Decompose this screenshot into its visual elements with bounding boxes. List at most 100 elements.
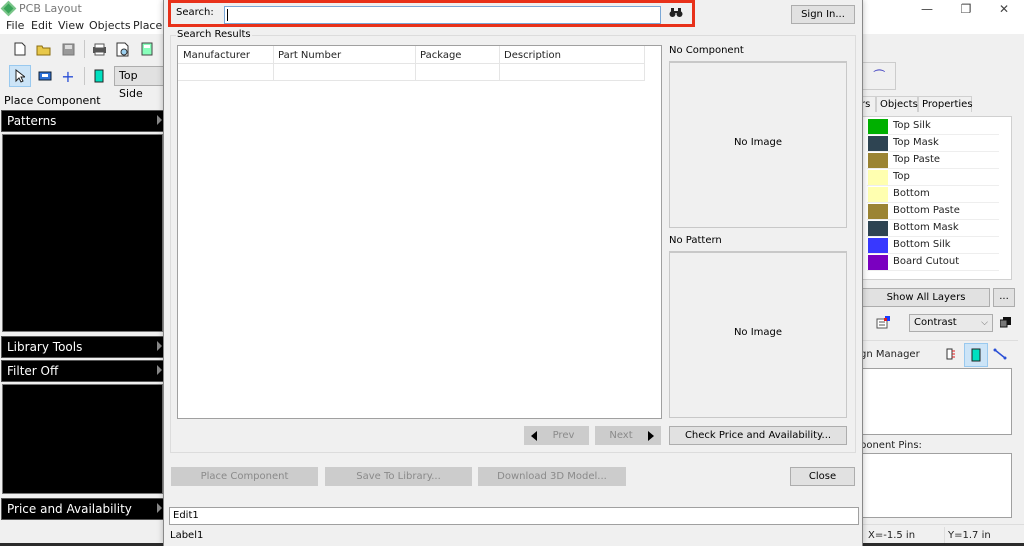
y-coordinate: Y=1.7 in: [948, 530, 991, 541]
menu-view[interactable]: View: [58, 19, 84, 32]
layer-settings-icon[interactable]: [876, 316, 890, 332]
menu-file[interactable]: File: [6, 19, 24, 32]
app-title: PCB Layout: [19, 2, 82, 15]
component-preview-text: No Image: [733, 137, 783, 148]
print-icon[interactable]: [89, 39, 109, 59]
contrast-select[interactable]: Contrast ⌵: [909, 314, 993, 332]
layer-row[interactable]: Top Silk: [867, 118, 999, 135]
close-button[interactable]: Close: [790, 467, 855, 486]
side-select[interactable]: Top Side: [114, 66, 164, 100]
binoculars-search-icon[interactable]: [668, 7, 684, 21]
layer-color-swatch[interactable]: [868, 170, 888, 185]
check-price-button[interactable]: Check Price and Availability...: [669, 426, 847, 445]
design-manager-label: gn Manager: [860, 349, 920, 360]
layer-color-swatch[interactable]: [868, 119, 888, 134]
component-icon[interactable]: [89, 66, 109, 86]
netlist-icon[interactable]: [946, 348, 956, 363]
more-button[interactable]: ...: [993, 288, 1015, 307]
label1: Label1: [170, 530, 204, 541]
sign-in-button[interactable]: Sign In...: [791, 5, 855, 24]
arrow-right-icon: [648, 431, 654, 441]
layer-name: Top Paste: [893, 154, 941, 165]
layer-color-swatch[interactable]: [868, 204, 888, 219]
design-manager-list[interactable]: [860, 368, 1012, 435]
layer-color-swatch[interactable]: [868, 221, 888, 236]
open-folder-icon[interactable]: [34, 39, 54, 59]
save-icon[interactable]: [58, 39, 78, 59]
tab-objects[interactable]: Objects: [876, 96, 918, 112]
pointer-icon[interactable]: [9, 65, 31, 87]
color-swatch-icon[interactable]: [999, 317, 1011, 331]
next-button[interactable]: Next: [595, 426, 661, 445]
expand-arrow-icon: [157, 115, 162, 125]
layer-row[interactable]: Top Paste: [867, 152, 999, 169]
net-route-icon[interactable]: [993, 348, 1007, 363]
layer-color-swatch[interactable]: [868, 255, 888, 270]
component-view-button[interactable]: [964, 343, 988, 367]
edit1-field[interactable]: Edit1: [169, 507, 859, 525]
expand-arrow-icon: [157, 503, 162, 513]
minimize-button[interactable]: —: [908, 0, 946, 18]
save-to-library-button[interactable]: Save To Library...: [325, 467, 472, 486]
filter-label: Filter Off: [7, 364, 59, 378]
menu-objects[interactable]: Objects: [89, 19, 131, 32]
table-row[interactable]: [178, 64, 645, 81]
component-icon: [971, 348, 981, 362]
place-component-button[interactable]: Place Component: [171, 467, 318, 486]
layer-color-swatch[interactable]: [868, 238, 888, 253]
pattern-preview-text: No Image: [733, 327, 783, 338]
price-availability-section[interactable]: Price and Availability: [1, 498, 164, 520]
layer-row[interactable]: Bottom Mask: [867, 220, 999, 237]
chevron-down-icon: ⌵: [981, 318, 988, 328]
layer-row[interactable]: Top: [867, 169, 999, 186]
prev-button[interactable]: Prev: [524, 426, 589, 445]
search-label: Search:: [176, 7, 214, 18]
patterns-label: Patterns: [7, 114, 57, 128]
component-preview: No Image: [669, 61, 847, 228]
prev-label: Prev: [552, 430, 575, 441]
layer-row[interactable]: Bottom Paste: [867, 203, 999, 220]
column-header-package: Package: [420, 50, 462, 61]
layer-color-swatch[interactable]: [868, 153, 888, 168]
app-logo-icon: [0, 0, 17, 17]
place-component-header[interactable]: Place Component: [0, 92, 165, 109]
measure-icon[interactable]: [35, 66, 55, 86]
divider: [858, 340, 1018, 341]
patterns-section[interactable]: Patterns: [1, 110, 164, 132]
show-all-layers-button[interactable]: Show All Layers: [862, 288, 990, 307]
download-3d-model-button[interactable]: Download 3D Model...: [478, 467, 626, 486]
crosshair-icon[interactable]: +: [58, 66, 78, 86]
toolbar-separator: [84, 40, 85, 58]
left-panel: Place Component Patterns Library Tools F…: [0, 92, 165, 522]
layer-name: Bottom Silk: [893, 239, 951, 250]
filter-section[interactable]: Filter Off: [1, 360, 164, 382]
library-tools-section[interactable]: Library Tools: [1, 336, 164, 358]
search-input[interactable]: [224, 6, 661, 24]
layer-color-swatch[interactable]: [868, 136, 888, 151]
layer-row[interactable]: Board Cutout: [867, 254, 999, 271]
layer-row[interactable]: Top Mask: [867, 135, 999, 152]
layer-name: Top Mask: [893, 137, 939, 148]
filter-list[interactable]: [2, 384, 163, 494]
text-caret: [227, 9, 228, 21]
new-file-icon[interactable]: [10, 39, 30, 59]
component-pins-list[interactable]: [860, 453, 1012, 518]
column-header-manufacturer: Manufacturer: [183, 50, 250, 61]
arrow-left-icon: [531, 431, 537, 441]
layer-row[interactable]: Bottom: [867, 186, 999, 203]
tab-properties[interactable]: Properties: [918, 96, 973, 112]
menu-edit[interactable]: Edit: [31, 19, 52, 32]
column-header-part-number: Part Number: [278, 50, 342, 61]
route-tool-button[interactable]: ⏜: [862, 62, 896, 90]
patterns-list[interactable]: [2, 134, 163, 332]
close-window-button[interactable]: ✕: [985, 0, 1023, 18]
restore-button[interactable]: ❐: [947, 0, 985, 18]
file-toolbar: [0, 36, 165, 62]
calculator-icon[interactable]: [137, 39, 157, 59]
layer-color-swatch[interactable]: [868, 187, 888, 202]
expand-arrow-icon: [157, 341, 162, 351]
layer-row[interactable]: Bottom Silk: [867, 237, 999, 254]
next-label: Next: [609, 430, 633, 441]
print-preview-icon[interactable]: [113, 39, 133, 59]
results-grid[interactable]: Manufacturer Part Number Package Descrip…: [177, 45, 662, 419]
